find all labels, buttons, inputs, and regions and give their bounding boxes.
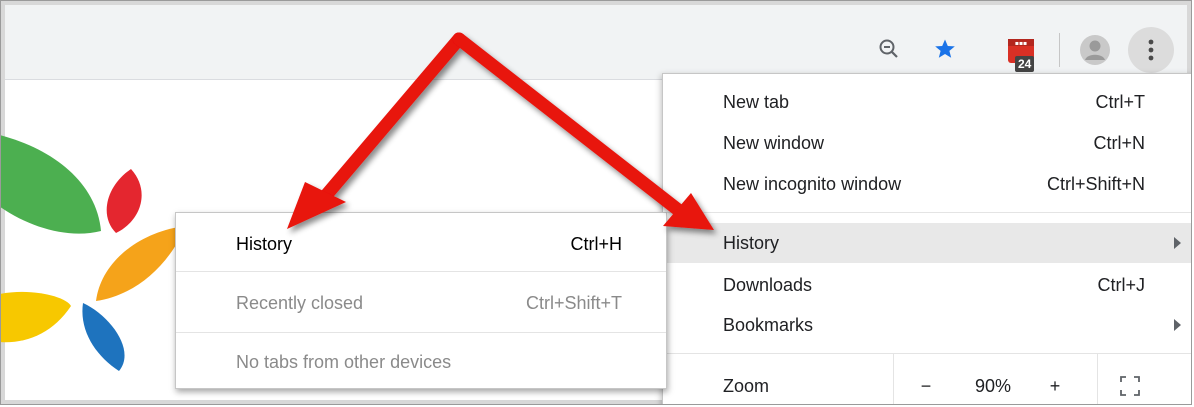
menu-item-bookmarks[interactable]: Bookmarks <box>663 305 1191 345</box>
submenu-item-no-tabs: No tabs from other devices <box>176 334 666 390</box>
menu-item-label: New incognito window <box>723 173 902 194</box>
profile-avatar-icon[interactable] <box>1075 30 1115 70</box>
menu-item-label: Bookmarks <box>723 314 814 335</box>
menu-item-label: Downloads <box>723 274 813 295</box>
menu-item-history[interactable]: History <box>663 223 1191 263</box>
menu-item-downloads[interactable]: Downloads Ctrl+J <box>663 265 1191 305</box>
browser-window: ▪▪▪ 24 New tab Ctrl+T New window Ctrl+N <box>0 0 1192 405</box>
submenu-divider <box>176 271 666 272</box>
bookmark-star-icon[interactable] <box>927 31 963 67</box>
submenu-arrow-icon <box>1174 319 1181 331</box>
zoom-minus-label: − <box>920 375 932 396</box>
menu-item-shortcut: Ctrl+T <box>1095 91 1146 112</box>
svg-text:▪▪▪: ▪▪▪ <box>1015 40 1027 47</box>
zoom-row: Zoom − 90% + <box>663 354 1191 404</box>
zoom-plus-label: + <box>1049 375 1061 396</box>
submenu-item-shortcut: Ctrl+H <box>570 233 622 254</box>
submenu-item-label: No tabs from other devices <box>236 351 452 372</box>
menu-item-new-incognito-window[interactable]: New incognito window Ctrl+Shift+N <box>663 164 1191 204</box>
toolbar-separator <box>1059 33 1060 67</box>
zoom-value-label: 90% <box>974 375 1012 396</box>
page-logo-image <box>1 121 201 404</box>
submenu-item-label: Recently closed <box>236 292 364 313</box>
fullscreen-button[interactable] <box>1097 354 1162 404</box>
menu-item-label: New window <box>723 132 825 153</box>
zoom-out-icon[interactable] <box>871 31 907 67</box>
menu-item-new-tab[interactable]: New tab Ctrl+T <box>663 82 1191 122</box>
zoom-level-value: 90% <box>957 354 1029 404</box>
submenu-divider <box>176 332 666 333</box>
zoom-label: Zoom <box>723 376 770 396</box>
submenu-item-recently-closed: Recently closed Ctrl+Shift+T <box>176 275 666 331</box>
address-bar[interactable] <box>5 23 995 71</box>
submenu-arrow-icon <box>1174 237 1181 249</box>
kebab-menu-icon[interactable] <box>1128 27 1174 73</box>
menu-item-shortcut: Ctrl+J <box>1097 274 1145 295</box>
menu-item-shortcut: Ctrl+N <box>1093 132 1145 153</box>
menu-item-shortcut: Ctrl+Shift+N <box>1046 173 1145 194</box>
fullscreen-icon <box>1120 376 1140 396</box>
submenu-item-shortcut: Ctrl+Shift+T <box>525 292 622 313</box>
history-submenu: History Ctrl+H Recently closed Ctrl+Shif… <box>175 212 667 389</box>
menu-divider <box>663 212 1191 213</box>
zoom-minus-button[interactable]: − <box>893 354 958 404</box>
extension-badge: 24 <box>1015 56 1035 72</box>
menu-item-label: History <box>723 232 780 253</box>
submenu-item-label: History <box>236 233 293 254</box>
chrome-main-menu: New tab Ctrl+T New window Ctrl+N New inc… <box>662 73 1191 404</box>
submenu-item-history[interactable]: History Ctrl+H <box>176 216 666 272</box>
menu-item-label: New tab <box>723 91 790 112</box>
browser-toolbar: ▪▪▪ 24 <box>5 5 1187 80</box>
zoom-plus-button[interactable]: + <box>1029 354 1081 404</box>
menu-item-new-window[interactable]: New window Ctrl+N <box>663 123 1191 163</box>
